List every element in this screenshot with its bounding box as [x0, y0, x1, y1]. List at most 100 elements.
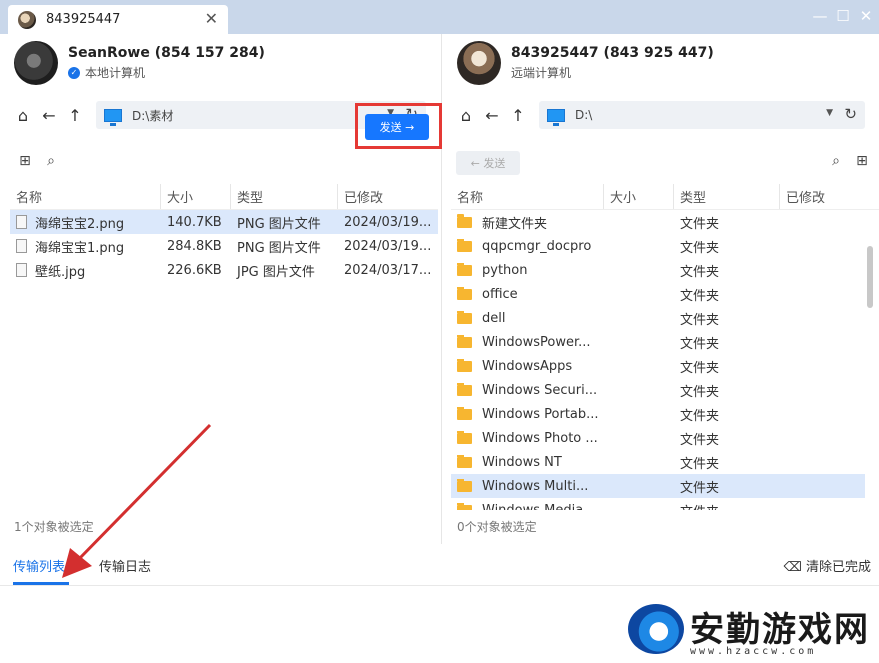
table-row[interactable]: Windows NT 文件夹	[451, 450, 865, 474]
folder-name: dell	[482, 310, 506, 326]
search-icon[interactable]: ⌕	[38, 153, 64, 169]
folder-type: 文件夹	[680, 432, 720, 448]
table-row[interactable]: WindowsApps 文件夹	[451, 354, 865, 378]
local-status: 1个对象被选定	[14, 520, 94, 534]
watermark: 安勤游戏网 www.hzaccw.com	[628, 600, 878, 663]
local-path-text: D:\素材	[132, 108, 174, 123]
title-bar: 843925447 ✕ — ☐ ✕	[0, 0, 879, 34]
col-type[interactable]: 类型	[231, 184, 338, 209]
folder-icon	[457, 286, 472, 300]
home-icon[interactable]: ⌂	[453, 106, 479, 125]
col-type[interactable]: 类型	[674, 184, 780, 209]
remote-path-text: D:\	[575, 108, 593, 122]
computer-icon	[547, 108, 565, 126]
table-row[interactable]: office 文件夹	[451, 282, 865, 306]
session-tab[interactable]: 843925447 ✕	[8, 5, 228, 34]
col-name[interactable]: 名称	[451, 184, 604, 209]
local-user-name: SeanRowe (854 157 284)	[68, 45, 265, 61]
local-user: SeanRowe (854 157 284) ✓ 本地计算机	[14, 40, 265, 86]
tab-transfer-list[interactable]: 传输列表	[13, 556, 65, 575]
remote-scrollbar[interactable]	[867, 246, 873, 308]
minimize-icon[interactable]: —	[810, 7, 830, 25]
table-row[interactable]: WindowsPower... 文件夹	[451, 330, 865, 354]
folder-name: Windows Photo ...	[482, 430, 598, 446]
path-dropdown-icon[interactable]: ▼	[826, 108, 833, 118]
file-type: JPG 图片文件	[237, 264, 315, 280]
remote-user-sub: 远端计算机	[511, 66, 572, 80]
watermark-logo	[628, 604, 684, 654]
table-row[interactable]: dell 文件夹	[451, 306, 865, 330]
table-row[interactable]: python 文件夹	[451, 258, 865, 282]
table-row[interactable]: Windows Securi... 文件夹	[451, 378, 865, 402]
folder-icon	[457, 310, 472, 324]
folder-icon	[457, 406, 472, 420]
remote-status: 0个对象被选定	[457, 520, 537, 534]
folder-icon	[457, 382, 472, 396]
folder-type: 文件夹	[680, 264, 720, 280]
table-row[interactable]: Windows Portab... 文件夹	[451, 402, 865, 426]
folder-name: qqpcmgr_docpro	[482, 238, 592, 254]
folder-name: python	[482, 262, 528, 278]
folder-name: WindowsApps	[482, 358, 573, 374]
file-size: 226.6KB	[167, 262, 222, 278]
table-row[interactable]: Windows Multi... 文件夹	[451, 474, 865, 498]
folder-name: Windows Portab...	[482, 406, 599, 422]
back-arrow-icon[interactable]: ←	[36, 106, 62, 125]
search-icon[interactable]: ⌕	[823, 153, 849, 169]
new-folder-icon[interactable]: ⊞	[12, 153, 38, 169]
table-row[interactable]: Windows Media 文件夹	[451, 498, 865, 510]
clear-done-button[interactable]: ⌫ 清除已完成	[783, 556, 871, 575]
folder-type: 文件夹	[680, 480, 720, 496]
file-icon	[16, 263, 27, 277]
file-modified: 2024/03/17...	[344, 262, 432, 278]
tab-transfer-log[interactable]: 传输日志	[99, 556, 151, 575]
up-arrow-icon[interactable]: ↑	[62, 106, 88, 125]
folder-icon	[457, 430, 472, 444]
tab-avatar	[18, 10, 36, 29]
folder-type: 文件夹	[674, 501, 780, 511]
folder-icon	[457, 213, 472, 228]
home-icon[interactable]: ⌂	[10, 106, 36, 125]
folder-icon	[457, 358, 472, 372]
col-modified[interactable]: 已修改	[780, 184, 879, 209]
new-folder-icon[interactable]: ⊞	[849, 153, 875, 169]
file-name: 海绵宝宝1.png	[35, 240, 125, 256]
col-modified[interactable]: 已修改	[338, 184, 438, 209]
active-tab-indicator	[13, 582, 69, 585]
folder-name: WindowsPower...	[482, 334, 591, 350]
watermark-url: www.hzaccw.com	[690, 646, 817, 657]
remote-navbar: ⌂ ← ↑ D:\ ▼ ↻	[453, 100, 865, 130]
file-size: 284.8KB	[167, 238, 222, 254]
local-user-sub: 本地计算机	[85, 66, 146, 80]
local-avatar	[14, 41, 58, 85]
table-row[interactable]: 壁纸.jpg 226.6KB JPG 图片文件 2024/03/17...	[10, 258, 438, 282]
table-row[interactable]: 海绵宝宝2.png 140.7KB PNG 图片文件 2024/03/19...	[10, 210, 438, 234]
col-size[interactable]: 大小	[604, 184, 674, 209]
up-arrow-icon[interactable]: ↑	[505, 106, 531, 125]
local-toolbar: ⊞ ⌕	[12, 146, 64, 176]
file-icon	[16, 215, 27, 229]
col-name[interactable]: 名称	[10, 184, 161, 209]
table-row[interactable]: qqpcmgr_docpro 文件夹	[451, 234, 865, 258]
local-table-header: 名称 大小 类型 已修改	[10, 184, 438, 210]
col-size[interactable]: 大小	[161, 184, 231, 209]
remote-pane: 843925447 (843 925 447) 远端计算机 ⌂ ← ↑ D:\ …	[443, 34, 879, 544]
table-row[interactable]: 海绵宝宝1.png 284.8KB PNG 图片文件 2024/03/19...	[10, 234, 438, 258]
bottom-tabs: 传输列表 传输日志 ⌫ 清除已完成	[0, 544, 879, 586]
receive-button[interactable]: ← 发送	[456, 151, 520, 175]
remote-path-bar[interactable]: D:\ ▼ ↻	[539, 101, 865, 129]
maximize-icon[interactable]: ☐	[833, 7, 853, 25]
back-arrow-icon[interactable]: ←	[479, 106, 505, 125]
tab-close-icon[interactable]: ✕	[205, 9, 218, 28]
folder-name: Windows Multi...	[482, 478, 589, 494]
folder-type: 文件夹	[680, 216, 720, 232]
folder-icon	[457, 334, 472, 348]
refresh-icon[interactable]: ↻	[844, 105, 857, 123]
table-row[interactable]: Windows Photo ... 文件夹	[451, 426, 865, 450]
file-icon	[16, 239, 27, 253]
file-modified: 2024/03/19...	[344, 238, 432, 254]
close-window-icon[interactable]: ✕	[856, 7, 876, 25]
folder-type: 文件夹	[680, 312, 720, 328]
table-row[interactable]: 新建文件夹 文件夹	[451, 210, 865, 234]
clear-done-label: 清除已完成	[805, 560, 871, 575]
